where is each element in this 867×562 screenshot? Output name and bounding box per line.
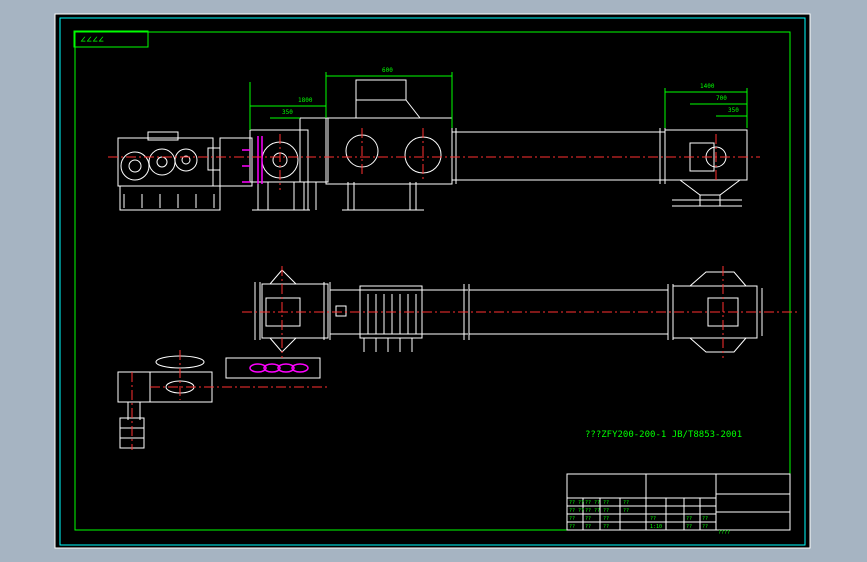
dim-d2: 350 [282,109,293,116]
tb-r3-5: ?? [702,516,708,522]
tb-r2-1: ?? ?? [585,508,600,514]
dim-right-d2: 350 [728,107,739,114]
cad-viewport: ∠∠∠∠ 600 1800 350 1400 700 350 ???ZFY200… [54,13,811,549]
dim-overall: 600 [382,67,393,74]
tb-r1-1: ?? ?? [585,500,600,506]
tb-scale-3: 1:10 [650,524,662,530]
drawing-caption: ???ZFY200-200-1 JB/T8853-2001 [585,430,742,440]
dim-d1: 1800 [298,97,313,104]
tb-r3-2: ?? [603,516,609,522]
corner-note: ∠∠∠∠ [80,35,104,46]
tb-r2-2: ?? [603,508,609,514]
tb-scale-4: ?? [686,524,692,530]
tb-r3-4: ?? [686,516,692,522]
tb-scale-5: ?? [702,524,708,530]
dim-right-overall: 1400 [700,83,715,90]
tb-scale-2: ?? [603,524,609,530]
drawing-sheet [54,13,811,549]
tb-r2-3: ?? [623,508,629,514]
tb-r1-0: ?? ?? [569,500,584,506]
tb-r3-1: ?? [585,516,591,522]
dim-right-d1: 700 [716,95,727,102]
tb-r3-0: ?? [569,516,575,522]
tb-scale-1: ?? [585,524,591,530]
tb-r2-0: ?? ?? [569,508,584,514]
tb-r3-3: ?? [650,516,656,522]
tb-r1-2: ?? [603,500,609,506]
tb-footnote: ???? [718,530,730,536]
tb-r1-3: ?? [623,500,629,506]
tb-scale-0: ?? [569,524,575,530]
